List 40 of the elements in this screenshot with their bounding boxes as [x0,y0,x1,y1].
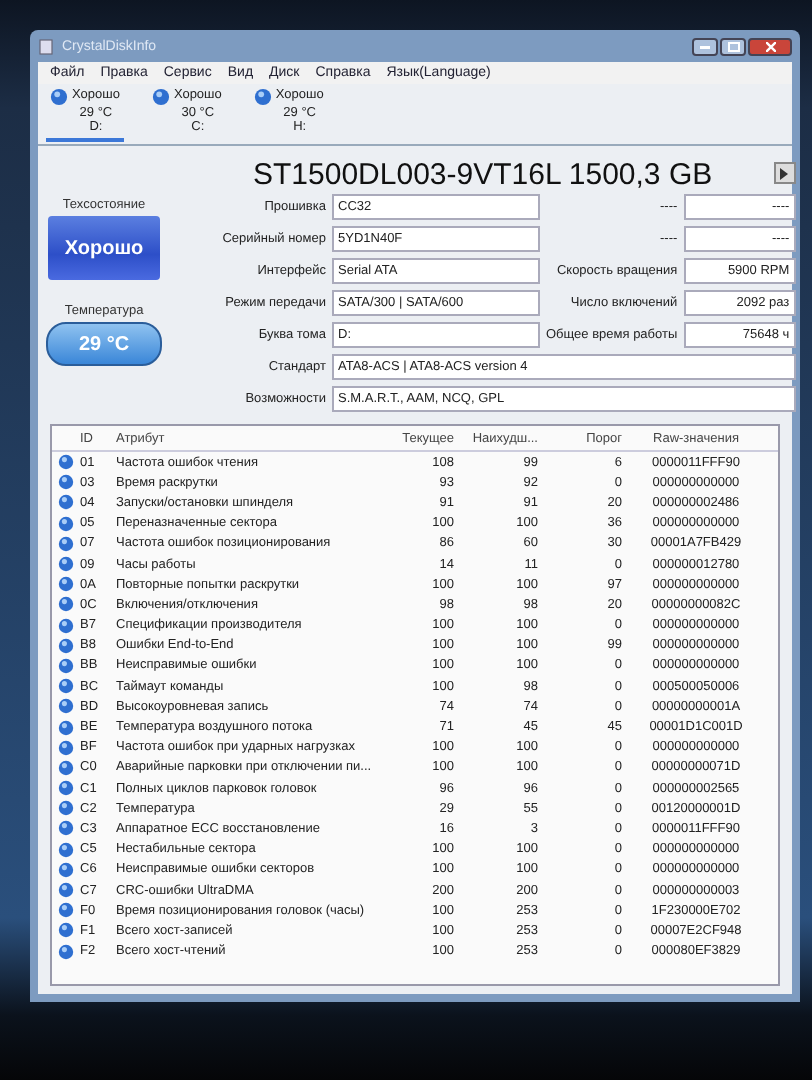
close-icon [765,41,775,51]
maximize-button[interactable] [720,37,746,55]
disk-model-title: ST1500DL003-9VT16L 1500,3 GB [253,157,713,191]
status-dot-icon [58,719,74,736]
maximize-icon [727,41,739,51]
status-dot-icon [58,535,74,552]
status-dot-icon [58,454,74,471]
status-dot-icon [50,88,68,106]
status-dot-icon [58,739,74,756]
status-dot-icon [58,841,74,858]
status-dot-icon [58,515,74,532]
status-dot-icon [58,759,74,776]
status-dot-icon [151,88,170,106]
health-status: Хорошо [48,216,160,280]
status-dot-icon [58,861,74,878]
temperature-status: 29 °C [46,322,162,366]
disk-app-icon [38,37,54,55]
status-dot-icon [58,494,74,511]
status-dot-icon [58,678,74,695]
status-dot-icon [58,474,74,491]
status-dot-icon [58,576,74,593]
close-button[interactable] [748,37,792,55]
status-dot-icon [58,820,74,837]
triangle-icon [778,167,791,179]
minimize-icon [700,43,710,49]
status-dot-icon [58,922,74,939]
next-disk-button[interactable] [773,162,796,184]
status-dot-icon [58,596,74,613]
status-dot-icon [58,943,74,960]
status-dot-icon [253,88,272,106]
minimize-button[interactable] [692,37,718,55]
status-dot-icon [58,698,74,715]
status-dot-icon [58,556,74,573]
status-dot-icon [58,637,74,654]
status-dot-icon [58,657,74,674]
status-dot-icon [58,882,74,899]
status-dot-icon [58,780,74,797]
status-dot-icon [58,902,74,919]
status-dot-icon [58,617,74,634]
status-dot-icon [58,800,74,817]
